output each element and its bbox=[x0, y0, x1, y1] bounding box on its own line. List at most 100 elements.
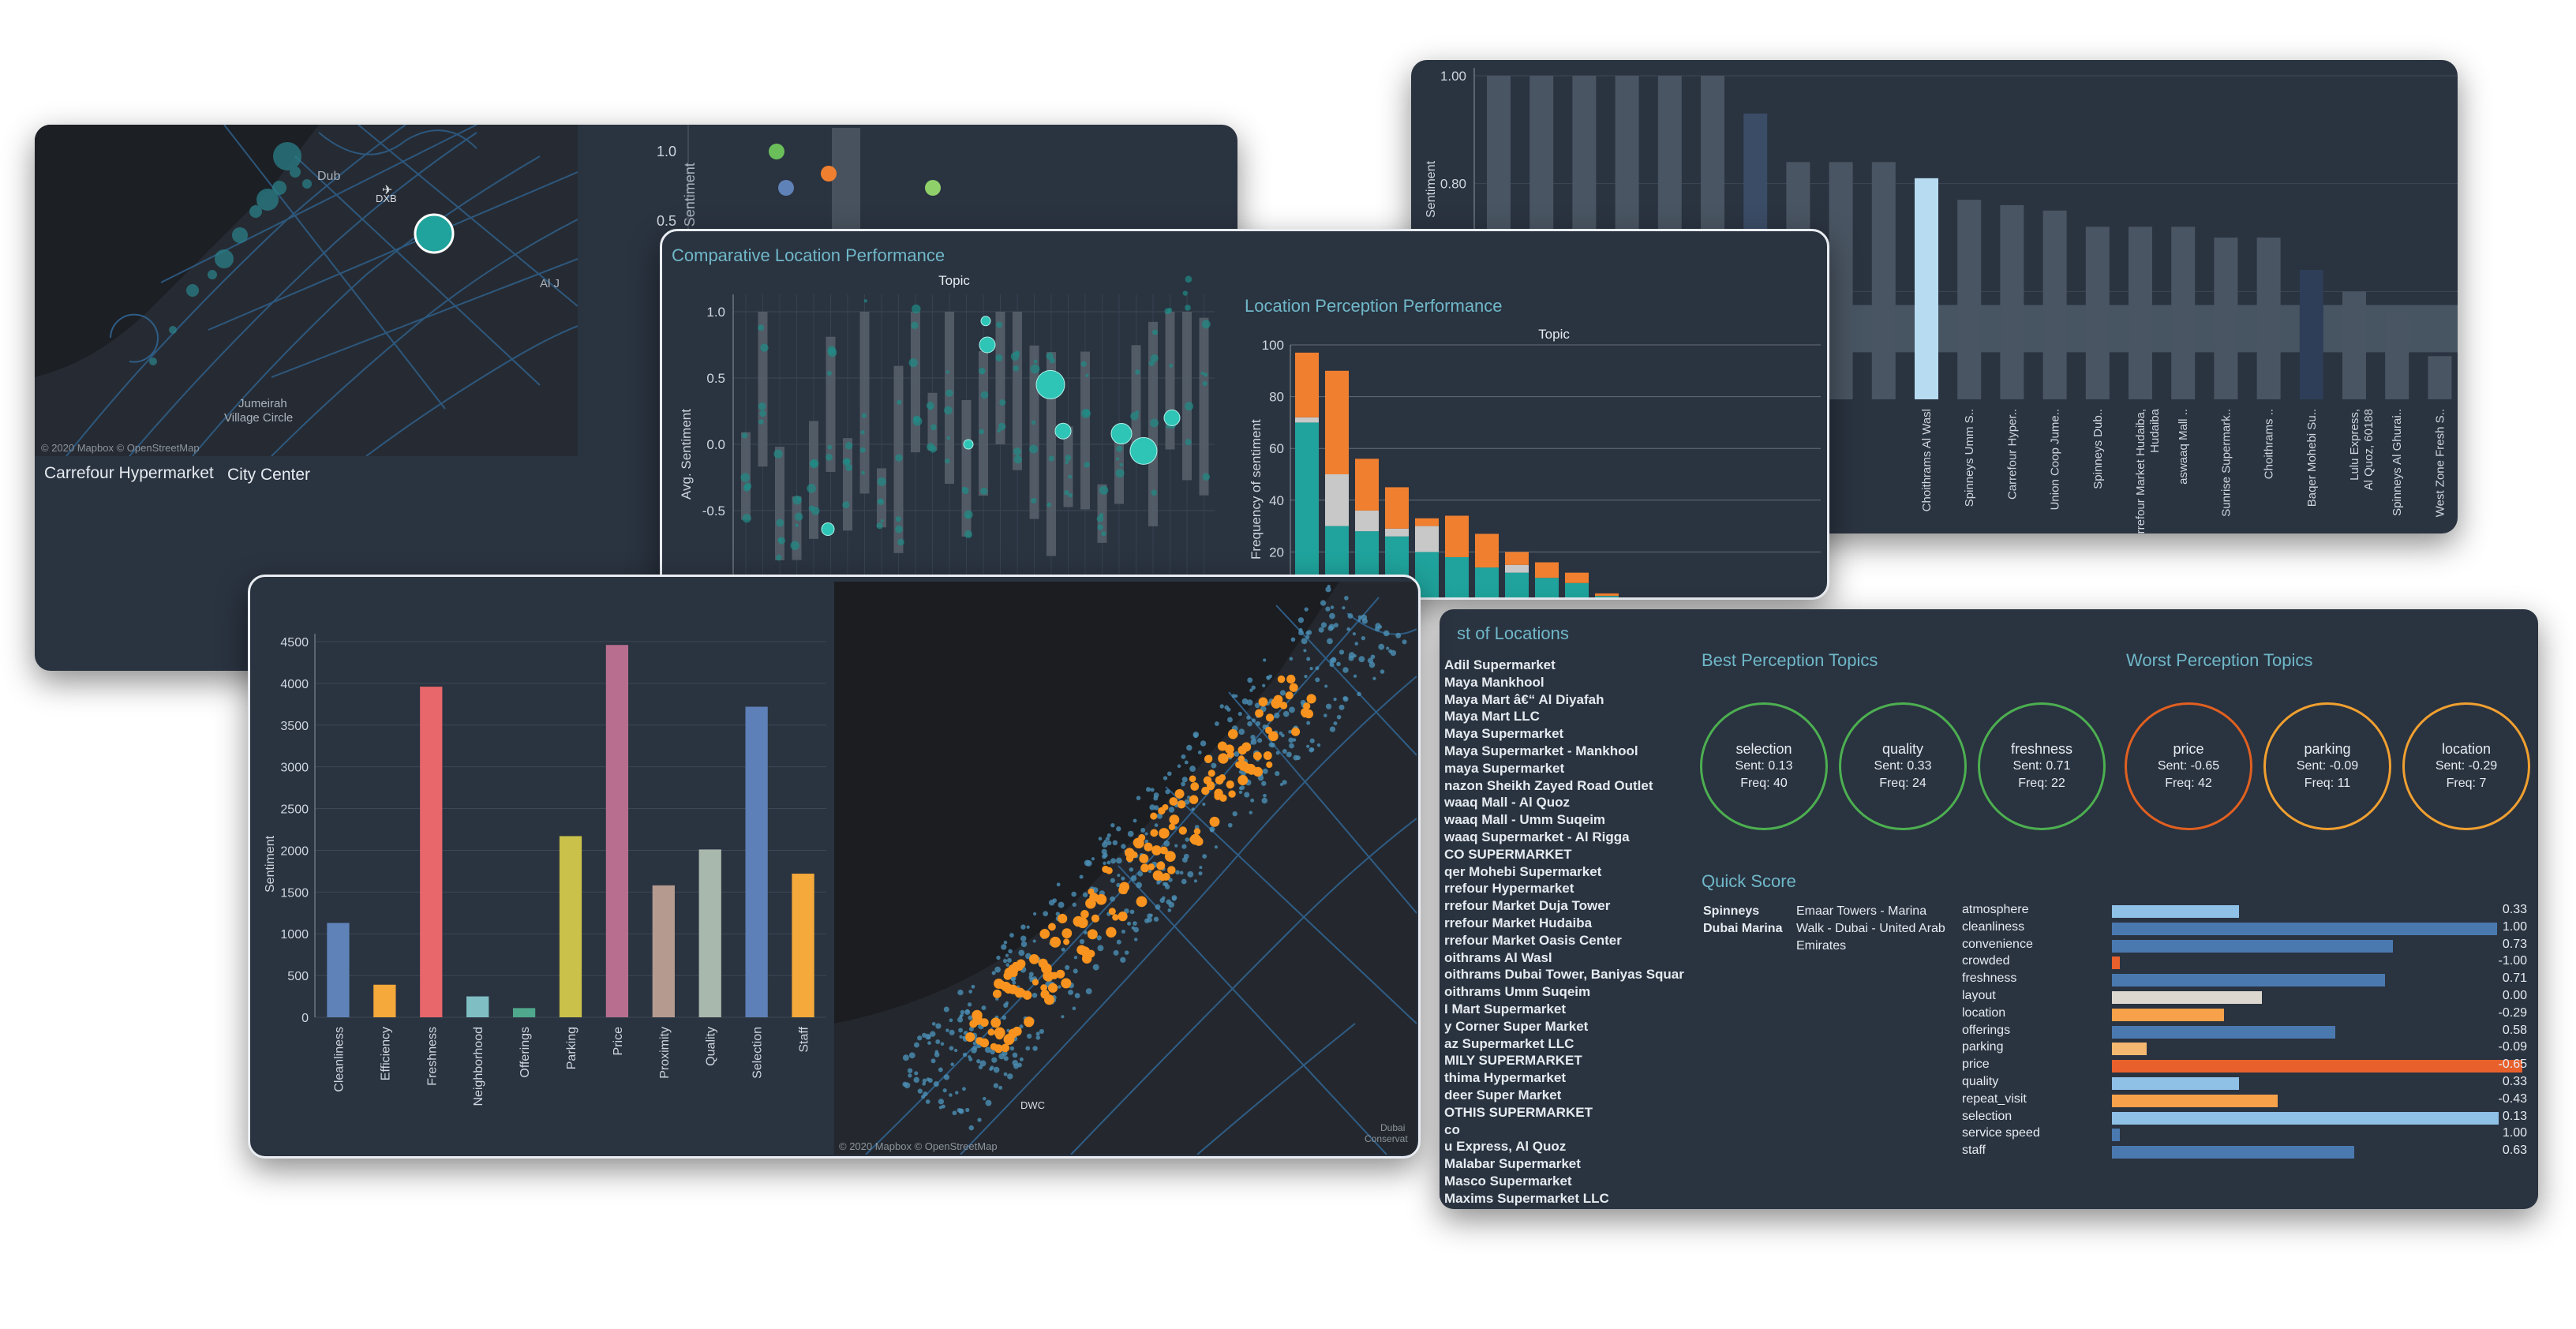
map-point bbox=[981, 1005, 987, 1011]
store-branch: City Center bbox=[227, 466, 311, 484]
data-point bbox=[996, 321, 1003, 328]
location-item[interactable]: thima Hypermarket bbox=[1444, 1069, 1705, 1087]
location-item[interactable]: OTHIS SUPERMARKET bbox=[1444, 1104, 1705, 1121]
map-point bbox=[1006, 957, 1012, 963]
location-item[interactable]: az Supermarket LLC bbox=[1444, 1035, 1705, 1053]
map-point bbox=[1115, 857, 1122, 864]
location-item[interactable]: deer Super Market bbox=[1444, 1087, 1705, 1104]
worst-topic-circle[interactable]: parking Sent: -0.09 Freq: 11 bbox=[2263, 702, 2391, 830]
location-item[interactable]: waaq Mall - Umm Suqeim bbox=[1444, 811, 1705, 829]
map-point bbox=[1282, 710, 1290, 717]
locations-list[interactable]: Adil Supermarket Maya Mankhool Maya Mart â… bbox=[1444, 657, 1705, 1207]
worst-topic-circle[interactable]: price Sent: -0.65 Freq: 42 bbox=[2125, 702, 2252, 830]
location-item[interactable]: u Express, Al Quoz bbox=[1444, 1138, 1705, 1155]
worst-topic-circle[interactable]: location Sent: -0.29 Freq: 7 bbox=[2402, 702, 2530, 830]
quick-score-value: -1.00 bbox=[2498, 954, 2527, 968]
map-point bbox=[1219, 794, 1227, 802]
location-item[interactable]: CO SUPERMARKET bbox=[1444, 846, 1705, 863]
location-item[interactable]: qer Mohebi Supermarket bbox=[1444, 863, 1705, 881]
x-tick-label: Choithrams .. bbox=[2263, 409, 2276, 479]
map-point bbox=[1309, 666, 1313, 671]
location-item[interactable]: Maya Mart LLC bbox=[1444, 708, 1705, 725]
location-item[interactable]: rrefour Market Oasis Center bbox=[1444, 932, 1705, 949]
x-tick-label: Choithrams Al Wasl bbox=[1920, 409, 1934, 511]
data-point bbox=[895, 454, 903, 462]
best-topic-circle[interactable]: selection Sent: 0.13 Freq: 40 bbox=[1700, 702, 1828, 830]
map-point bbox=[1020, 924, 1026, 930]
map-point bbox=[991, 1057, 998, 1063]
location-item[interactable]: Maya Supermarket bbox=[1444, 725, 1705, 743]
map-point bbox=[1306, 657, 1311, 661]
location-item[interactable]: Maya Supermarket - Mankhool bbox=[1444, 743, 1705, 760]
data-point bbox=[740, 473, 751, 482]
range-bar bbox=[859, 312, 870, 494]
best-topic-circle[interactable]: freshness Sent: 0.71 Freq: 22 bbox=[1978, 702, 2106, 830]
quick-score-bar bbox=[2112, 1025, 2336, 1039]
location-item[interactable]: MILY SUPERMARKET bbox=[1444, 1052, 1705, 1069]
map-point bbox=[1079, 938, 1085, 945]
map-point bbox=[942, 1088, 947, 1093]
location-item[interactable]: Adil Supermarket bbox=[1444, 657, 1705, 674]
map-point bbox=[1149, 913, 1153, 917]
location-item[interactable]: Maya Mart â€“ Al Diyafah bbox=[1444, 691, 1705, 709]
quick-score-bar bbox=[2112, 1008, 2224, 1021]
best-topic-circle[interactable]: quality Sent: 0.33 Freq: 24 bbox=[1839, 702, 1967, 830]
map-point bbox=[1169, 797, 1178, 806]
location-item[interactable]: Maxims Supermarket LLC bbox=[1444, 1190, 1705, 1207]
data-point bbox=[1150, 354, 1159, 362]
stacked-bar-segment bbox=[1355, 510, 1379, 532]
location-item[interactable]: rrefour Hypermarket bbox=[1444, 880, 1705, 897]
map-point bbox=[1068, 989, 1074, 995]
quick-score-bar bbox=[2112, 1111, 2499, 1125]
data-point bbox=[978, 367, 986, 375]
location-item[interactable]: co bbox=[1444, 1121, 1705, 1139]
topic-header: Topic bbox=[1538, 327, 1570, 342]
location-item[interactable]: I Mart Supermarket bbox=[1444, 1001, 1705, 1018]
dubai-map[interactable]: DXB ✈ Al J Dub Jumeirah Village Circle ©… bbox=[35, 125, 578, 457]
x-tick-label: Freshness bbox=[425, 1027, 439, 1086]
data-point bbox=[1030, 364, 1040, 374]
map-point bbox=[934, 1052, 940, 1058]
map-point bbox=[1079, 874, 1084, 879]
map-point bbox=[1172, 897, 1177, 901]
bar bbox=[2171, 226, 2196, 399]
map-point bbox=[1251, 718, 1256, 723]
location-item[interactable]: Maya Mankhool bbox=[1444, 674, 1705, 691]
data-point bbox=[877, 498, 885, 506]
map-point bbox=[945, 1028, 949, 1032]
map-point bbox=[1320, 600, 1327, 606]
stacked-bar-segment bbox=[1445, 515, 1469, 557]
data-point bbox=[776, 554, 782, 561]
location-item[interactable]: maya Supermarket bbox=[1444, 760, 1705, 777]
map-point bbox=[1110, 896, 1115, 902]
map-point bbox=[971, 984, 975, 989]
location-item[interactable]: waaq Supermarket - Al Rigga bbox=[1444, 829, 1705, 846]
map-point bbox=[1198, 871, 1203, 876]
location-item[interactable]: waaq Mall - Al Quoz bbox=[1444, 794, 1705, 811]
map-point bbox=[1266, 761, 1273, 769]
map-point bbox=[1193, 828, 1201, 835]
map-point bbox=[964, 1009, 971, 1016]
map-point bbox=[1010, 977, 1016, 982]
map-point bbox=[1226, 780, 1234, 789]
quick-score-value: 0.33 bbox=[2502, 1075, 2527, 1088]
map-point bbox=[994, 966, 1002, 973]
location-item[interactable]: y Corner Super Market bbox=[1444, 1018, 1705, 1035]
location-item[interactable]: Malabar Supermarket bbox=[1444, 1155, 1705, 1173]
location-item[interactable]: rrefour Market Duja Tower bbox=[1444, 897, 1705, 915]
data-point bbox=[796, 496, 801, 502]
location-item[interactable]: oithrams Dubai Tower, Baniyas Squar bbox=[1444, 966, 1705, 983]
location-item[interactable]: nazon Sheikh Zayed Road Outlet bbox=[1444, 777, 1705, 795]
map-point bbox=[1252, 751, 1262, 761]
location-item[interactable]: oithrams Umm Suqeim bbox=[1444, 983, 1705, 1001]
bar bbox=[698, 849, 721, 1017]
location-item[interactable]: oithrams Al Wasl bbox=[1444, 949, 1705, 967]
map-point bbox=[1159, 846, 1168, 855]
map-point bbox=[1083, 930, 1088, 934]
data-point bbox=[827, 444, 833, 450]
location-item[interactable]: Masco Supermarket bbox=[1444, 1173, 1705, 1190]
dubai-density-map[interactable]: DWC © 2020 Mapbox © OpenStreetMap Dubai Con… bbox=[834, 582, 1417, 1155]
svg-text:Village Circle: Village Circle bbox=[224, 411, 293, 425]
map-point bbox=[931, 1022, 936, 1026]
location-item[interactable]: rrefour Market Hudaiba bbox=[1444, 915, 1705, 932]
